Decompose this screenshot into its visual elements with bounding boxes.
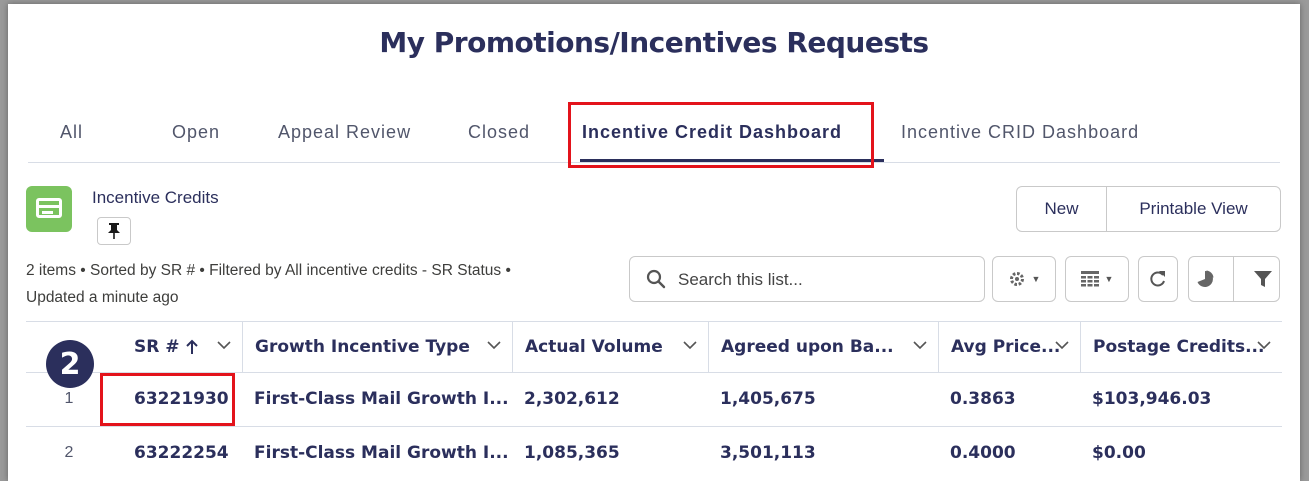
search-icon <box>646 269 666 289</box>
chevron-down-icon: ▼ <box>1031 274 1041 284</box>
refresh-icon <box>1150 271 1165 287</box>
column-header-growth-incentive-type[interactable]: Growth Incentive Type <box>242 322 512 372</box>
chevron-down-icon[interactable] <box>912 337 928 353</box>
sr-highlight-box <box>100 373 235 426</box>
chevron-down-icon[interactable] <box>1054 337 1070 353</box>
list-meta-line1: 2 items • Sorted by SR # • Filtered by A… <box>26 262 511 279</box>
tab-incentive-crid-dashboard[interactable]: Incentive CRID Dashboard <box>901 122 1139 143</box>
row-number: 2 <box>64 444 74 461</box>
credit-card-icon <box>26 186 72 232</box>
column-header-sr[interactable]: SR # <box>112 322 242 372</box>
column-header-postage-credits[interactable]: Postage Credits... <box>1080 322 1282 372</box>
new-button[interactable]: New <box>1017 187 1107 231</box>
printable-view-button[interactable]: Printable View <box>1107 187 1280 231</box>
gear-icon <box>1009 272 1024 286</box>
table-icon <box>1080 271 1099 287</box>
postage-credits-cell: $103,946.03 <box>1092 389 1212 409</box>
tab-open[interactable]: Open <box>172 122 220 143</box>
step-number-badge: 2 <box>46 340 94 388</box>
refresh-button[interactable] <box>1138 256 1178 302</box>
list-meta: 2 items • Sorted by SR # • Filtered by A… <box>26 257 606 311</box>
chevron-down-icon: ▼ <box>1104 274 1114 284</box>
column-header-avg-price[interactable]: Avg Price... <box>938 322 1080 372</box>
pin-icon <box>108 223 120 239</box>
table-header-row: SR # Growth Incentive Type Actual Volume… <box>26 322 1282 373</box>
filter-icon[interactable] <box>1254 270 1273 288</box>
tab-all[interactable]: All <box>60 122 83 143</box>
agreed-upon-baseline-cell: 1,405,675 <box>720 389 816 409</box>
column-header-label: SR # <box>134 337 180 357</box>
column-header-label: Actual Volume <box>525 337 663 357</box>
search-input[interactable] <box>676 265 970 295</box>
tab-highlight-box <box>568 102 874 168</box>
display-as-button[interactable]: ▼ <box>1065 256 1129 302</box>
growth-incentive-type-cell: First-Class Mail Growth I... <box>254 389 509 409</box>
pie-chart-icon[interactable] <box>1196 270 1214 288</box>
column-header-actual-volume[interactable]: Actual Volume <box>512 322 708 372</box>
arrow-up-icon <box>185 339 198 354</box>
column-header-label: Avg Price... <box>951 337 1061 357</box>
avg-price-cell: 0.3863 <box>950 389 1016 409</box>
tab-closed[interactable]: Closed <box>468 122 530 143</box>
list-settings-button[interactable]: ▼ <box>992 256 1056 302</box>
search-box[interactable] <box>629 256 985 302</box>
chevron-down-icon[interactable] <box>216 337 232 353</box>
tab-appeal-review[interactable]: Appeal Review <box>278 122 411 143</box>
chevron-down-icon[interactable] <box>682 337 698 353</box>
chart-filter-group <box>1188 256 1280 302</box>
chevron-down-icon[interactable] <box>486 337 502 353</box>
page-title: My Promotions/Incentives Requests <box>379 26 929 59</box>
column-header-label: Growth Incentive Type <box>255 337 470 357</box>
table-row: 2 63222254 First-Class Mail Growth I... … <box>26 426 1282 480</box>
column-header-label: Postage Credits... <box>1093 337 1265 357</box>
actual-volume-cell: 2,302,612 <box>524 389 620 409</box>
agreed-upon-baseline-cell: 3,501,113 <box>720 443 816 463</box>
column-header-agreed-upon-baseline[interactable]: Agreed upon Ba... <box>708 322 938 372</box>
growth-incentive-type-cell: First-Class Mail Growth I... <box>254 443 509 463</box>
column-header-label: Agreed upon Ba... <box>721 337 894 357</box>
chevron-down-icon[interactable] <box>1256 337 1272 353</box>
divider <box>1233 256 1235 302</box>
pin-button[interactable] <box>97 217 131 245</box>
list-actions: New Printable View <box>1016 186 1281 232</box>
sr-number-link[interactable]: 63222254 <box>112 426 242 480</box>
app-frame: My Promotions/Incentives Requests All Op… <box>8 4 1300 481</box>
list-title: Incentive Credits <box>92 188 219 207</box>
postage-credits-cell: $0.00 <box>1092 443 1146 463</box>
avg-price-cell: 0.4000 <box>950 443 1016 463</box>
actual-volume-cell: 1,085,365 <box>524 443 620 463</box>
list-meta-line2: Updated a minute ago <box>26 289 179 306</box>
